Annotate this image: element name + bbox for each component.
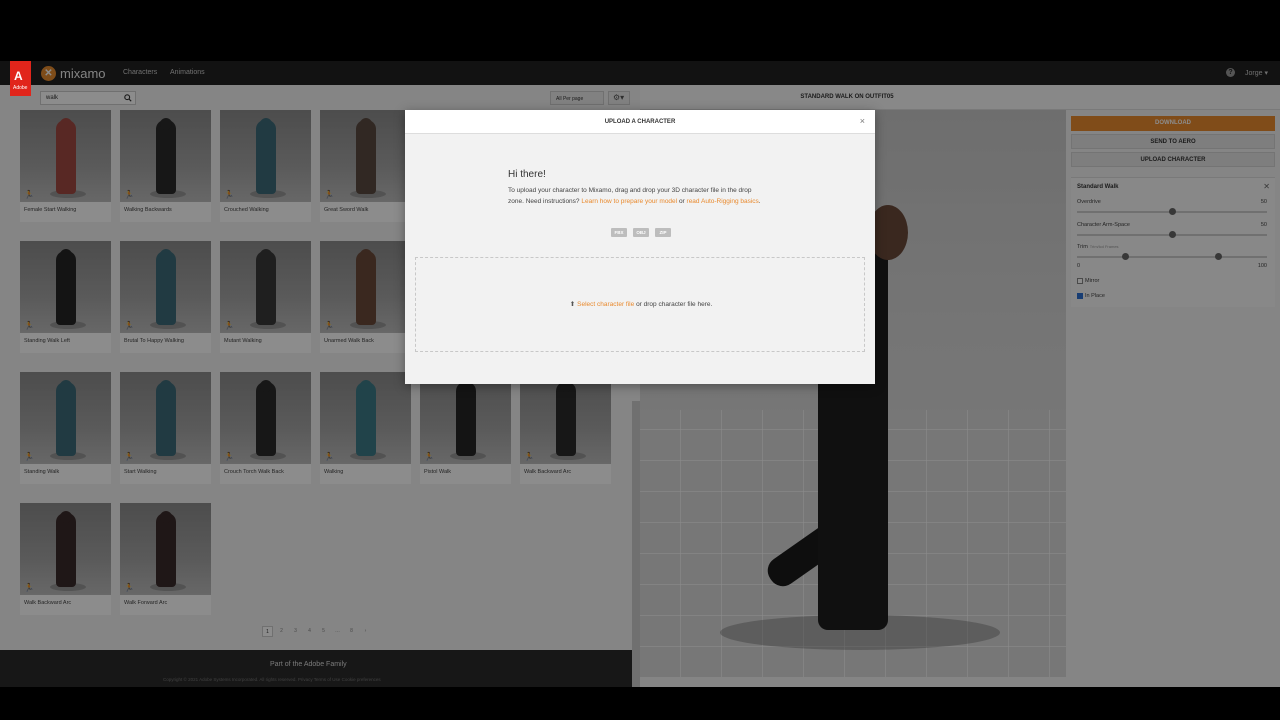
modal-header: UPLOAD A CHARACTER ×	[405, 110, 875, 134]
format-badge: FBX	[611, 228, 627, 237]
modal-title: UPLOAD A CHARACTER	[604, 119, 676, 125]
drop-zone-text: ⬆ Select character file or drop character…	[416, 300, 866, 308]
format-badge: ZIP	[655, 228, 671, 237]
select-file-link[interactable]: Select character file	[577, 301, 634, 308]
adobe-logo-text: Adobe	[13, 85, 28, 91]
format-badge: OBJ	[633, 228, 649, 237]
adobe-logo-letter: A	[14, 69, 23, 83]
intro-end: .	[758, 198, 761, 205]
drop-hint: or drop character file here.	[636, 301, 713, 308]
format-badges: FBX OBJ ZIP	[611, 228, 671, 237]
adobe-logo[interactable]: A Adobe	[10, 61, 31, 96]
intro-or: or	[678, 198, 685, 205]
upload-icon: ⬆	[569, 301, 576, 308]
close-icon[interactable]: ×	[860, 116, 865, 126]
modal-instructions: To upload your character to Mixamo, drag…	[508, 185, 766, 207]
modal-greeting: Hi there!	[508, 169, 546, 180]
prepare-model-link[interactable]: Learn how to prepare your model	[581, 198, 677, 205]
autorig-link[interactable]: read Auto-Rigging basics	[687, 198, 759, 205]
upload-character-modal: UPLOAD A CHARACTER × Hi there! To upload…	[405, 110, 875, 384]
app-viewport: ✕ mixamo Characters Animations ? Jorge ▾…	[0, 61, 1280, 687]
drop-zone[interactable]: ⬆ Select character file or drop character…	[415, 257, 865, 352]
